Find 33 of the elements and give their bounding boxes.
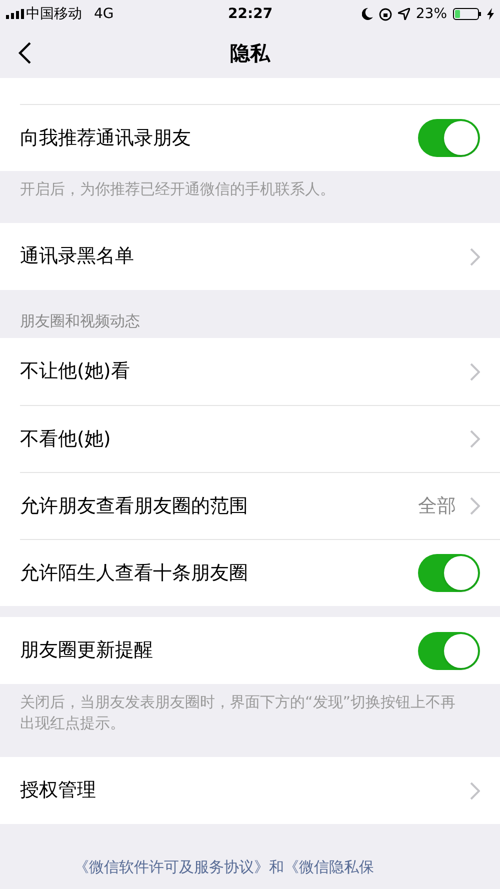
toggle-switch[interactable] [418,632,480,670]
chevron-icon [470,497,480,515]
hint-text: 关闭后，当朋友发表朋友圈时，界面下方的“发现”切换按钮上不再出现红点提示。 [19,692,457,734]
battery-icon [453,8,481,20]
carrier-name: 中国移动 [26,4,82,24]
toggle-row: 朋友圈更新提醒 [0,617,500,684]
network-type: 4G [94,4,114,24]
chevron-icon [470,362,480,380]
settings-row[interactable]: 不让他(她)看 [0,338,500,405]
chevron-icon [470,430,480,448]
location-icon [398,8,410,20]
settings-row[interactable]: 授权管理 [0,757,500,824]
hint-text: 开启后，为你推荐已经开通微信的手机联系人。 [19,179,336,200]
toggle-switch[interactable] [418,554,480,592]
toggle-row: 向我推荐通讯录朋友 [20,104,500,171]
setting-value: 全部 [418,494,456,519]
chevron-icon [470,248,480,266]
settings-row[interactable]: 不看他(她) [20,405,500,472]
moon-icon [362,8,373,20]
section-header: 朋友圈和视频动态 [19,311,141,332]
charging-icon [487,8,494,20]
battery-percent: 23% [416,4,447,24]
toggle-row: 允许陌生人查看十条朋友圈 [20,539,500,606]
signal-icon [6,9,24,19]
clock: 22:27 [228,4,273,24]
page-title: 隐私 [230,40,270,67]
legal-links[interactable]: 《微信软件许可及服务协议》和《微信隐私保 [0,856,500,878]
back-button[interactable] [18,41,32,65]
rotation-lock-icon [378,8,392,20]
chevron-icon [470,782,480,800]
toggle-switch[interactable] [418,119,480,157]
settings-row[interactable]: 允许朋友查看朋友圈的范围 全部 [20,472,500,539]
settings-row[interactable]: 通讯录黑名单 [0,223,500,290]
